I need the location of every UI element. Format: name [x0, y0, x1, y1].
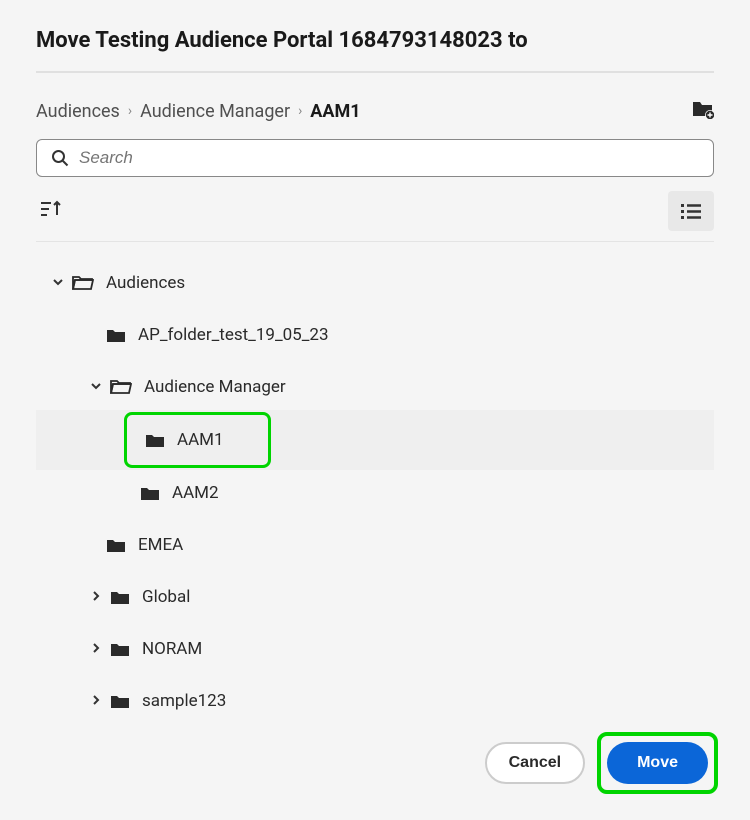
tree-item-ap-folder-test[interactable]: AP_folder_test_19_05_23: [36, 312, 714, 358]
tree-item-emea[interactable]: EMEA: [36, 522, 714, 568]
chevron-right-icon: ›: [298, 103, 302, 119]
folder-tree: Audiences AP_folder_test_19_05_23 Audien…: [36, 260, 714, 724]
new-folder-button[interactable]: [692, 99, 714, 123]
tree-label: EMEA: [138, 535, 183, 555]
sort-button[interactable]: [36, 196, 66, 226]
chevron-down-icon: [50, 273, 66, 293]
folder-icon: [110, 642, 130, 657]
list-view-icon: [680, 202, 702, 220]
folder-icon: [145, 433, 165, 448]
sort-icon: [40, 200, 62, 218]
dialog-footer: Cancel Move: [485, 732, 718, 794]
chevron-right-icon: ›: [128, 103, 132, 119]
folder-open-icon: [72, 275, 94, 291]
breadcrumb-current: AAM1: [310, 101, 360, 122]
move-button-highlight: Move: [597, 732, 718, 794]
tree-item-noram[interactable]: NORAM: [36, 626, 714, 672]
breadcrumb-item[interactable]: Audiences: [36, 101, 120, 122]
tree-item-audience-manager[interactable]: Audience Manager: [36, 364, 714, 410]
folder-open-icon: [110, 379, 132, 395]
folder-icon: [140, 486, 160, 501]
folder-icon: [110, 590, 130, 605]
tree-label: Global: [142, 587, 190, 607]
search-input-wrapper[interactable]: [36, 139, 714, 177]
dialog-title: Move Testing Audience Portal 16847931480…: [36, 28, 714, 73]
tree-label: Audience Manager: [144, 377, 286, 397]
folder-icon: [106, 328, 126, 343]
chevron-right-icon: [88, 691, 104, 711]
tree-label: AAM1: [177, 430, 224, 450]
folder-icon: [106, 538, 126, 553]
tree-label: AP_folder_test_19_05_23: [138, 325, 329, 345]
tree-label: NORAM: [142, 639, 202, 659]
move-button[interactable]: Move: [607, 742, 708, 784]
tree-item-audiences[interactable]: Audiences: [36, 260, 714, 306]
search-input[interactable]: [79, 148, 699, 168]
tree-label: sample123: [142, 691, 226, 711]
folder-icon: [110, 694, 130, 709]
chevron-right-icon: [88, 639, 104, 659]
folder-add-icon: [692, 99, 714, 119]
list-view-button[interactable]: [668, 191, 714, 231]
breadcrumb-item[interactable]: Audience Manager: [140, 101, 290, 122]
tree-item-aam1[interactable]: AAM1: [36, 410, 714, 470]
tree-item-sample123[interactable]: sample123: [36, 678, 714, 724]
cancel-button[interactable]: Cancel: [485, 742, 585, 784]
tree-item-global[interactable]: Global: [36, 574, 714, 620]
tree-label: Audiences: [106, 273, 185, 293]
search-icon: [51, 149, 69, 167]
tree-label: AAM2: [172, 483, 219, 503]
breadcrumb: Audiences › Audience Manager › AAM1: [36, 101, 361, 122]
chevron-down-icon: [88, 377, 104, 397]
tree-item-aam2[interactable]: AAM2: [36, 470, 714, 516]
chevron-right-icon: [88, 587, 104, 607]
